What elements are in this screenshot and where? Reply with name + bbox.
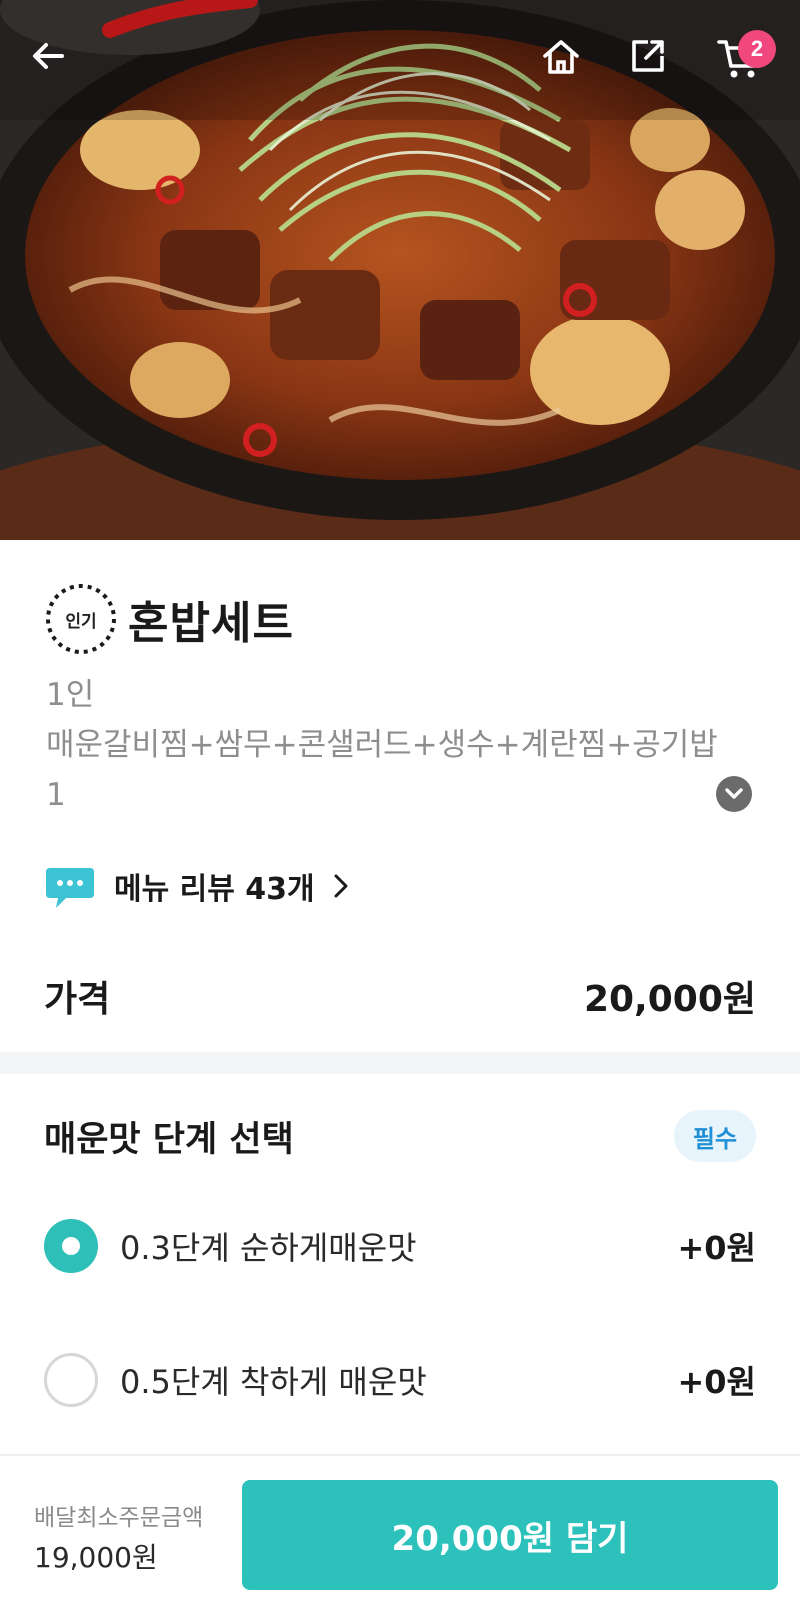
cart-count-badge: 2	[738, 30, 776, 68]
option-group-header: 매운맛 단계 선택 필수	[44, 1110, 756, 1162]
product-info: 인기 혼밥세트 1인 매운갈비찜+쌈무+콘샐러드+생수+계란찜+공기밥 1 메뉴…	[0, 540, 800, 1052]
product-photo: 2	[0, 0, 800, 540]
price-value: 20,000원	[583, 979, 756, 1020]
option-item[interactable]: 0.3단계 순하게매운맛 +0원	[44, 1216, 756, 1276]
home-icon	[543, 40, 579, 74]
spice-level-options: 매운맛 단계 선택 필수 0.3단계 순하게매운맛 +0원 0.5단계 착하게 …	[0, 1074, 800, 1454]
share-button[interactable]	[628, 36, 684, 92]
add-to-cart-button[interactable]: 20,000원 담기	[242, 1480, 778, 1590]
bottom-order-bar: 배달최소주문금액 19,000원 20,000원 담기	[0, 1454, 800, 1612]
product-description: 1인 매운갈비찜+쌈무+콘샐러드+생수+계란찜+공기밥 1	[46, 670, 756, 820]
speech-bubble-icon	[46, 868, 94, 908]
menu-review-label: 메뉴 리뷰 43개	[114, 872, 315, 907]
radio-selected[interactable]	[44, 1219, 98, 1273]
top-nav-bar: 2	[0, 0, 800, 130]
chevron-right-icon	[334, 874, 348, 898]
option-label: 0.3단계 순하게매운맛	[120, 1229, 417, 1267]
title-row: 인기 혼밥세트	[44, 582, 294, 656]
chevron-down-icon	[725, 788, 743, 799]
option-group-title: 매운맛 단계 선택	[44, 1119, 294, 1160]
home-button[interactable]	[540, 36, 596, 92]
option-label: 0.5단계 착하게 매운맛	[120, 1363, 427, 1401]
product-title: 혼밥세트	[128, 598, 294, 649]
back-button[interactable]	[28, 36, 84, 92]
option-price: +0원	[677, 1363, 756, 1401]
price-row: 가격 20,000원	[44, 970, 756, 1022]
expand-description-button[interactable]	[716, 776, 752, 812]
price-label: 가격	[44, 979, 111, 1020]
option-price: +0원	[677, 1229, 756, 1267]
share-icon	[632, 40, 664, 72]
description-line-1: 1인	[46, 677, 95, 713]
min-order-label: 배달최소주문금액	[34, 1505, 204, 1531]
cart-button[interactable]: 2	[716, 30, 776, 92]
popular-badge: 인기	[44, 582, 118, 656]
section-divider	[0, 1052, 800, 1074]
popular-badge-label: 인기	[65, 611, 97, 632]
back-arrow-icon	[33, 43, 64, 69]
required-badge: 필수	[674, 1110, 756, 1162]
description-line-3: 1	[46, 777, 66, 813]
radio-unselected[interactable]	[44, 1353, 98, 1407]
min-order-value: 19,000원	[34, 1541, 158, 1574]
option-item[interactable]: 0.5단계 착하게 매운맛 +0원	[44, 1350, 756, 1410]
description-line-2: 매운갈비찜+쌈무+콘샐러드+생수+계란찜+공기밥	[46, 727, 718, 763]
menu-review-link[interactable]: 메뉴 리뷰 43개	[44, 862, 349, 910]
